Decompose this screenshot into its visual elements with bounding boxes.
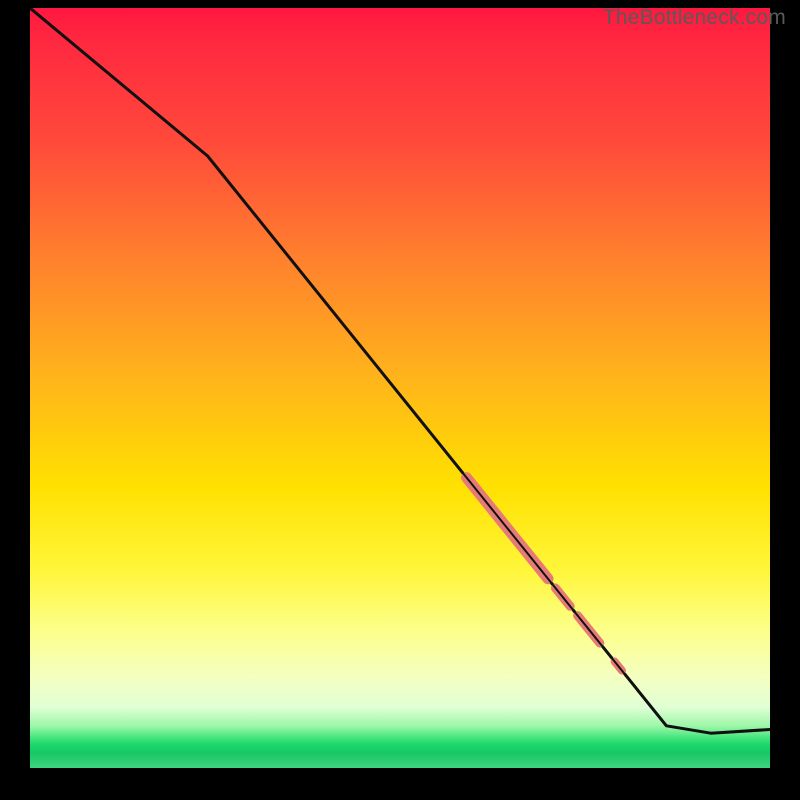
bottleneck-curve <box>30 8 770 733</box>
bottleneck-curve-overlay <box>30 8 770 733</box>
plot-area <box>30 8 770 768</box>
curve-layer <box>30 8 770 748</box>
chart-container: TheBottleneck.com <box>0 0 800 800</box>
attribution-text: TheBottleneck.com <box>603 6 786 30</box>
